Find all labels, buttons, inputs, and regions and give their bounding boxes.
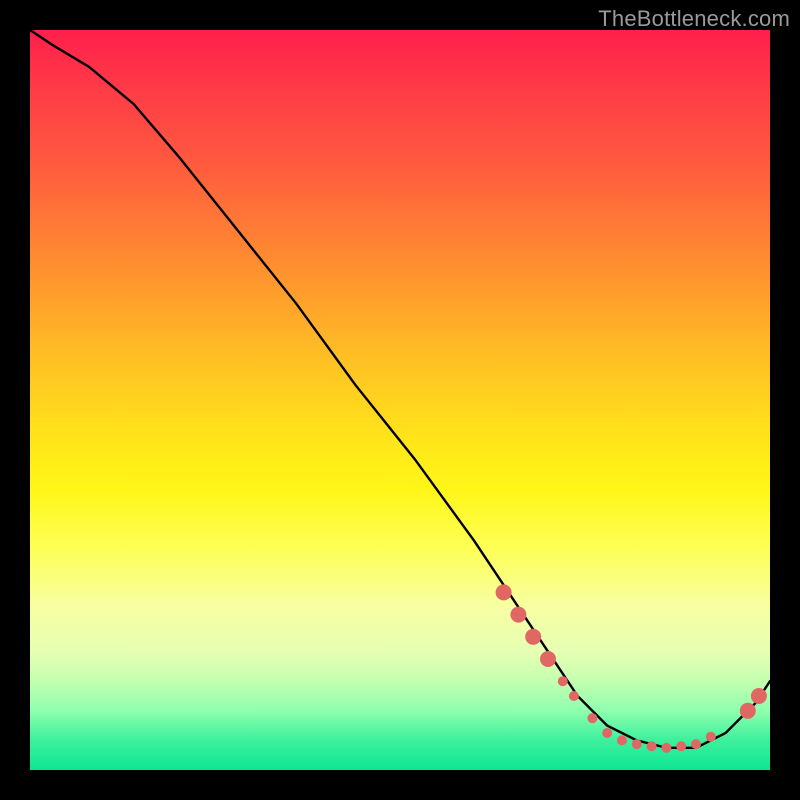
data-marker bbox=[558, 676, 568, 686]
chart-frame: TheBottleneck.com bbox=[0, 0, 800, 800]
data-marker bbox=[691, 739, 701, 749]
watermark-label: TheBottleneck.com bbox=[598, 6, 790, 32]
data-marker bbox=[647, 741, 657, 751]
plot-area bbox=[30, 30, 770, 770]
data-marker bbox=[510, 607, 526, 623]
data-marker bbox=[496, 584, 512, 600]
data-marker bbox=[602, 728, 612, 738]
data-marker bbox=[617, 735, 627, 745]
data-marker bbox=[706, 732, 716, 742]
data-marker bbox=[751, 688, 767, 704]
data-marker bbox=[540, 651, 556, 667]
line-series bbox=[30, 30, 770, 748]
marker-group bbox=[496, 584, 767, 752]
data-marker bbox=[676, 741, 686, 751]
data-marker bbox=[587, 713, 597, 723]
data-marker bbox=[525, 629, 541, 645]
data-marker bbox=[740, 703, 756, 719]
data-marker bbox=[632, 739, 642, 749]
chart-svg bbox=[30, 30, 770, 770]
data-marker bbox=[569, 691, 579, 701]
data-marker bbox=[661, 743, 671, 753]
